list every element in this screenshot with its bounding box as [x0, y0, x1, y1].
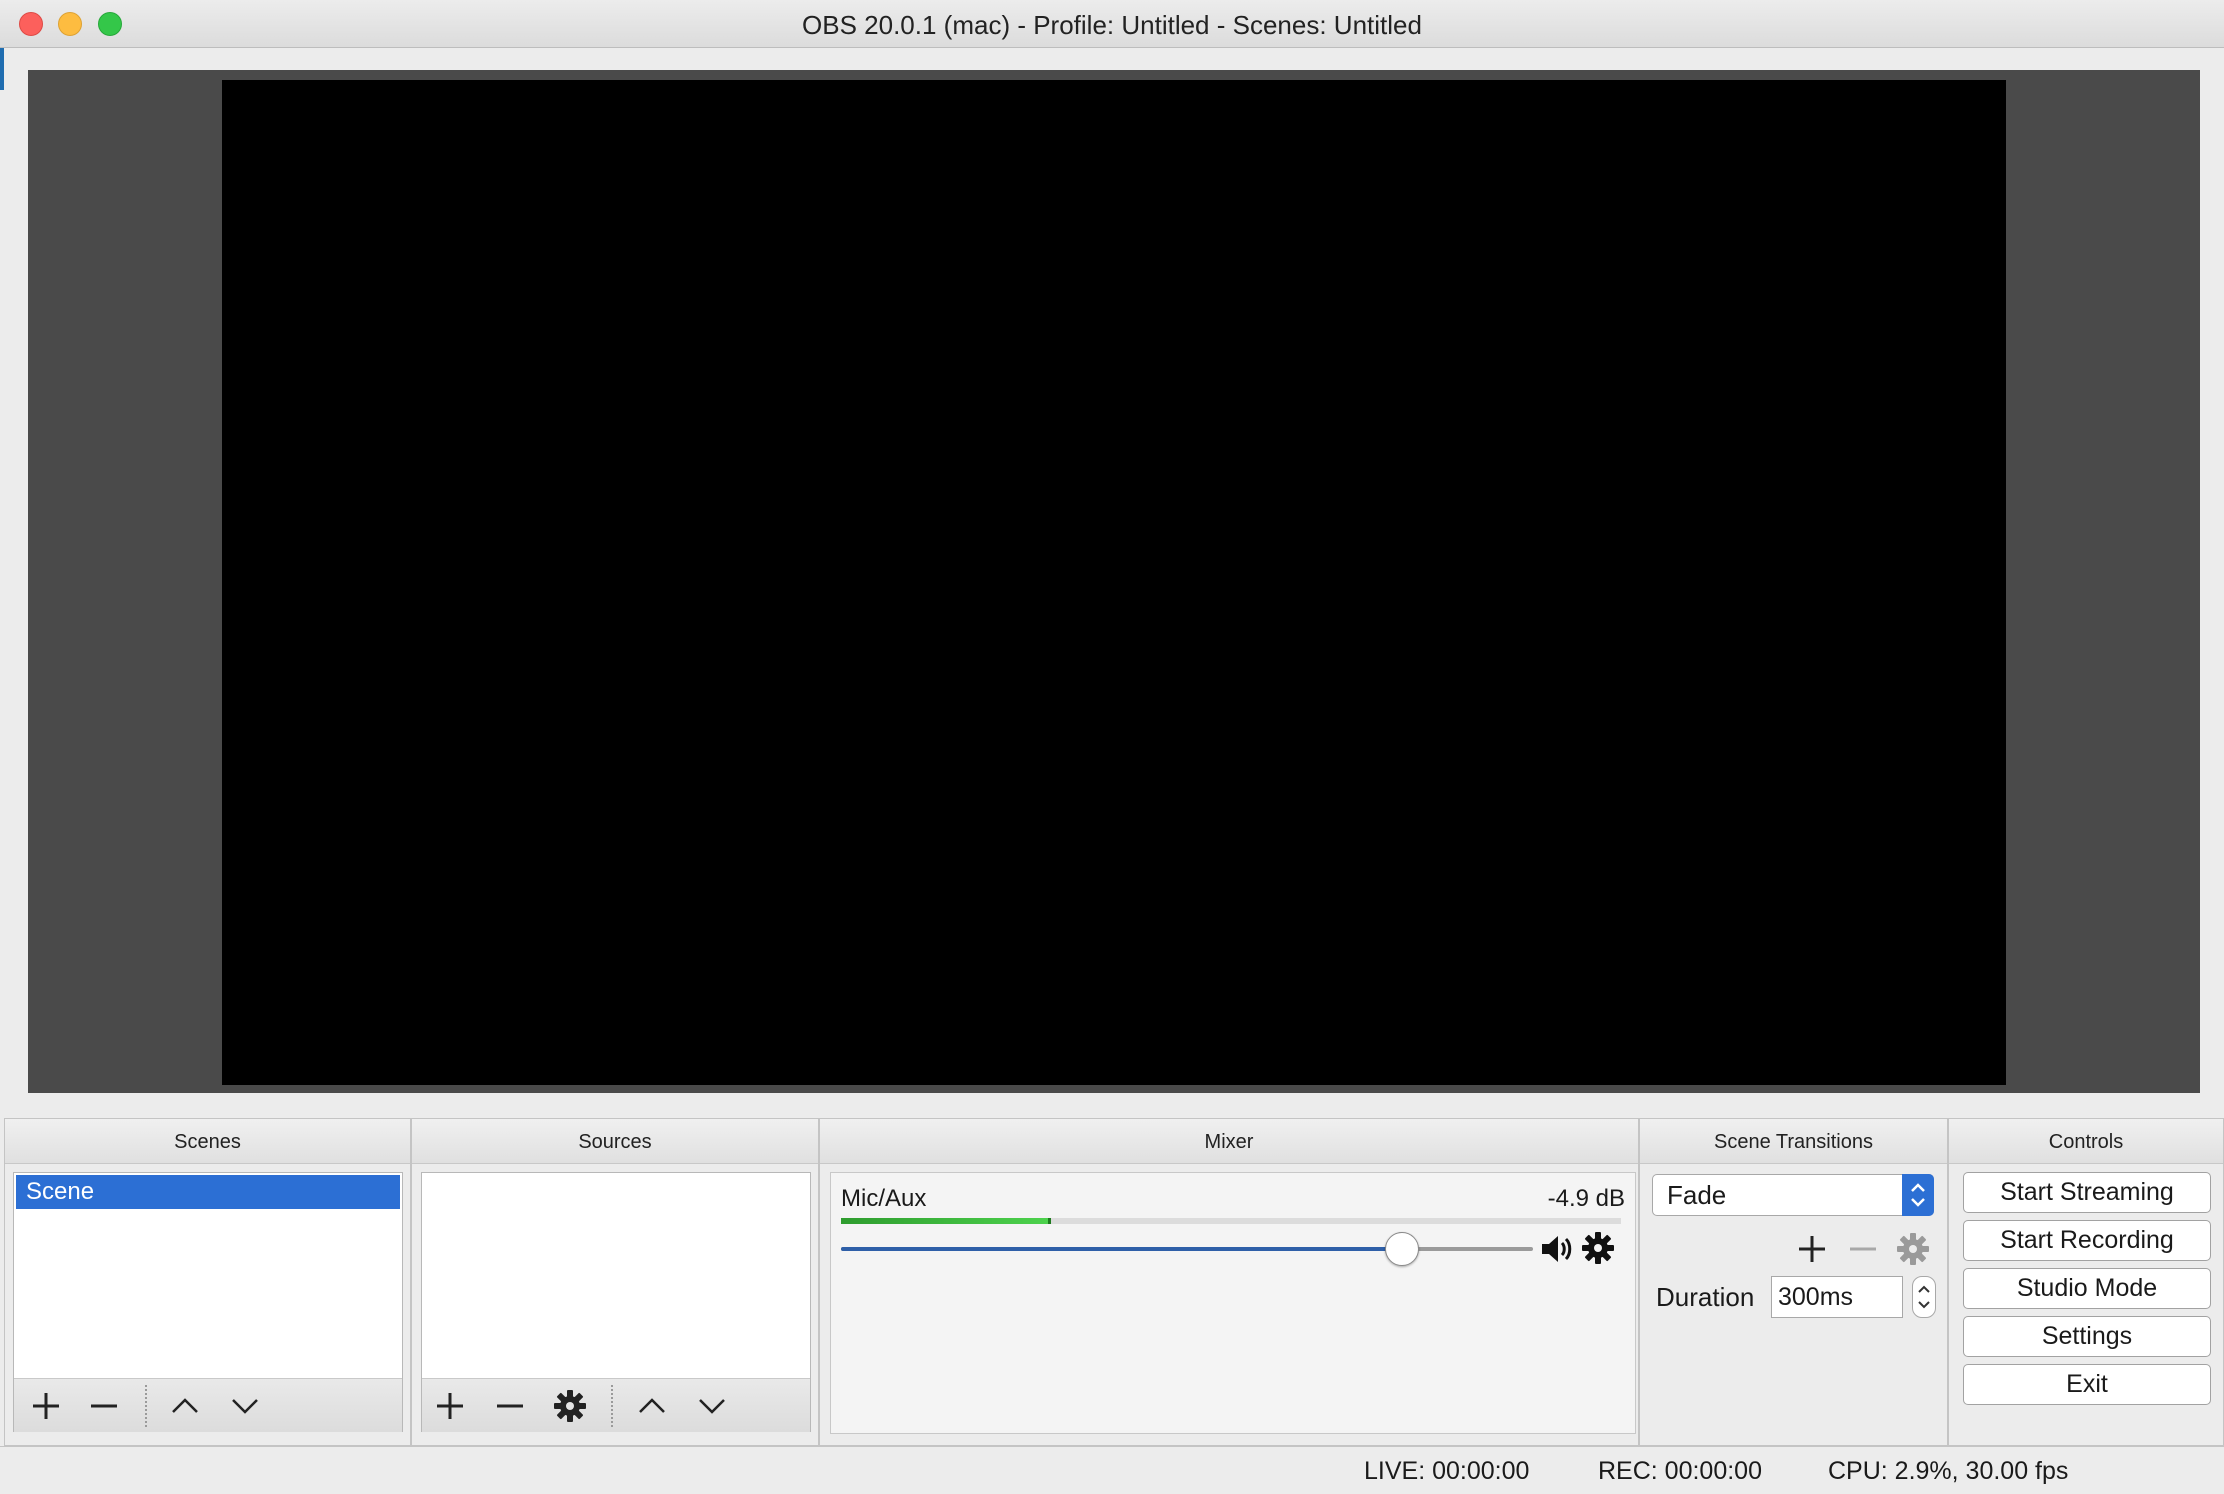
sources-dock: Sources	[411, 1118, 819, 1446]
gear-icon	[1582, 1232, 1614, 1264]
duration-input[interactable]: 300ms	[1771, 1276, 1903, 1318]
transition-select-value: Fade	[1667, 1180, 1727, 1210]
add-transition-button[interactable]	[1790, 1230, 1834, 1268]
volume-slider-handle[interactable]	[1384, 1232, 1419, 1266]
window-title: OBS 20.0.1 (mac) - Profile: Untitled - S…	[802, 10, 1422, 40]
add-scene-button[interactable]	[24, 1387, 68, 1425]
status-bar: LIVE: 00:00:00 REC: 00:00:00 CPU: 2.9%, …	[0, 1446, 2224, 1494]
transition-properties-button[interactable]	[1891, 1230, 1935, 1268]
remove-transition-button[interactable]	[1841, 1230, 1885, 1268]
rec-status: REC: 00:00:00	[1598, 1457, 1762, 1485]
transitions-dock: Scene Transitions Fade Duration 300ms	[1639, 1118, 1948, 1446]
duration-stepper[interactable]	[1912, 1276, 1936, 1318]
gear-icon	[554, 1390, 586, 1422]
settings-button[interactable]: Settings	[1963, 1316, 2211, 1357]
cpu-status: CPU: 2.9%, 30.00 fps	[1828, 1457, 2069, 1485]
mixer-channel: Mic/Aux -4.9 dB	[830, 1172, 1636, 1434]
live-status: LIVE: 00:00:00	[1364, 1457, 1530, 1485]
move-scene-down-button[interactable]	[223, 1387, 267, 1425]
toolbar-separator	[611, 1385, 613, 1427]
chevron-down-icon	[232, 1399, 258, 1414]
preview-area[interactable]	[28, 70, 2200, 1093]
volume-meter-fill	[841, 1218, 1048, 1224]
remove-scene-button[interactable]	[82, 1387, 126, 1425]
move-scene-up-button[interactable]	[163, 1387, 207, 1425]
minus-icon	[91, 1404, 117, 1408]
studio-mode-button[interactable]: Studio Mode	[1963, 1268, 2211, 1309]
scenes-toolbar	[14, 1378, 402, 1432]
volume-meter-peak	[1047, 1218, 1051, 1224]
exit-button[interactable]: Exit	[1963, 1364, 2211, 1405]
duration-label: Duration	[1656, 1282, 1755, 1312]
chevron-up-icon	[172, 1398, 198, 1413]
volume-meter	[841, 1218, 1621, 1224]
move-source-up-button[interactable]	[630, 1387, 674, 1425]
channel-name: Mic/Aux	[841, 1185, 927, 1212]
transitions-dock-title: Scene Transitions	[1640, 1118, 1947, 1164]
volume-slider[interactable]	[841, 1232, 1533, 1266]
scene-list-item[interactable]: Scene	[16, 1175, 400, 1209]
mixer-dock: Mixer Mic/Aux -4.9 dB	[819, 1118, 1639, 1446]
channel-settings-button[interactable]	[1581, 1231, 1617, 1267]
transition-select[interactable]: Fade	[1652, 1174, 1934, 1216]
source-properties-button[interactable]	[548, 1387, 592, 1425]
select-arrows-icon	[1902, 1174, 1934, 1216]
remove-source-button[interactable]	[488, 1387, 532, 1425]
plus-icon	[437, 1393, 463, 1419]
gear-icon	[1897, 1233, 1929, 1265]
minus-icon	[497, 1404, 523, 1408]
plus-icon	[33, 1393, 59, 1419]
chevron-down-icon	[699, 1399, 725, 1414]
scenes-dock: Scenes Scene	[4, 1118, 411, 1446]
start-recording-button[interactable]: Start Recording	[1963, 1220, 2211, 1261]
mixer-dock-title: Mixer	[820, 1118, 1638, 1164]
sources-dock-title: Sources	[412, 1118, 818, 1164]
title-bar: OBS 20.0.1 (mac) - Profile: Untitled - S…	[0, 0, 2224, 48]
window-edge-accent	[0, 48, 4, 90]
controls-dock: Controls Start Streaming Start Recording…	[1948, 1118, 2224, 1446]
minus-icon	[1850, 1247, 1876, 1251]
plus-icon	[1799, 1236, 1825, 1262]
start-streaming-button[interactable]: Start Streaming	[1963, 1172, 2211, 1213]
volume-slider-fill	[841, 1247, 1402, 1251]
move-source-down-button[interactable]	[690, 1387, 734, 1425]
speaker-icon	[1542, 1236, 1572, 1262]
toolbar-separator	[145, 1385, 147, 1427]
controls-dock-title: Controls	[1949, 1118, 2223, 1164]
preview-canvas[interactable]	[222, 80, 2006, 1085]
chevron-up-icon	[639, 1398, 665, 1413]
mute-button[interactable]	[1539, 1231, 1575, 1267]
scenes-dock-title: Scenes	[5, 1118, 410, 1164]
channel-level-db: -4.9 dB	[1547, 1185, 1625, 1212]
stepper-arrows-icon	[1918, 1285, 1930, 1309]
add-source-button[interactable]	[428, 1387, 472, 1425]
sources-toolbar	[422, 1378, 810, 1432]
